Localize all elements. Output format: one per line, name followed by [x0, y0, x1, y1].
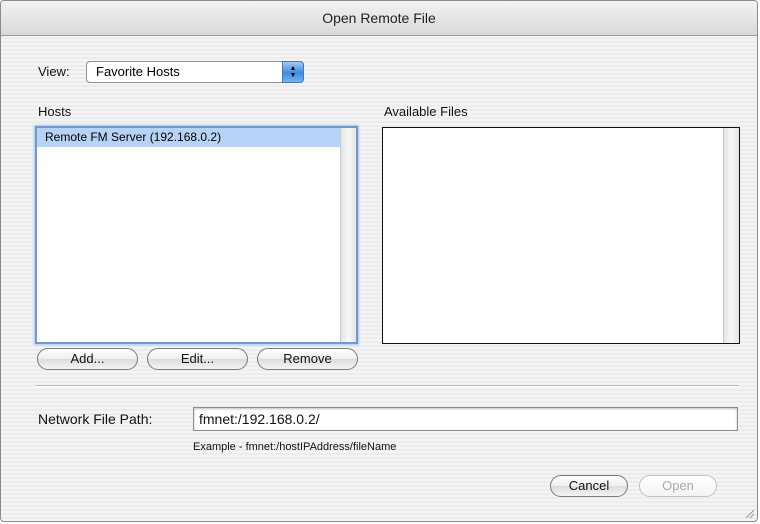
network-file-path-input[interactable]	[193, 407, 738, 431]
available-files-header: Available Files	[384, 104, 468, 119]
cancel-button[interactable]: Cancel	[550, 475, 628, 497]
view-popup-value: Favorite Hosts	[96, 64, 180, 79]
hosts-list[interactable]: Remote FM Server (192.168.0.2)	[35, 126, 358, 344]
files-scrollbar[interactable]	[723, 128, 739, 343]
remove-host-button[interactable]: Remove	[257, 348, 358, 370]
network-file-path-label: Network File Path:	[38, 411, 153, 427]
host-list-item[interactable]: Remote FM Server (192.168.0.2)	[37, 128, 340, 147]
path-example-text: Example - fmnet:/hostIPAddress/fileName	[193, 441, 397, 453]
hosts-header: Hosts	[38, 104, 72, 119]
edit-host-button[interactable]: Edit...	[147, 348, 248, 370]
resize-grip-icon[interactable]	[743, 507, 755, 519]
separator	[36, 385, 739, 387]
available-files-list[interactable]	[382, 127, 740, 344]
window-title: Open Remote File	[1, 1, 757, 36]
popup-arrows-icon: ▲ ▼	[282, 61, 304, 83]
open-remote-file-dialog: Open Remote File View: Favorite Hosts ▲ ▼…	[0, 0, 758, 522]
open-button[interactable]: Open	[639, 475, 717, 497]
view-label: View:	[38, 64, 70, 79]
add-host-button[interactable]: Add...	[37, 348, 138, 370]
hosts-scrollbar[interactable]	[340, 128, 356, 342]
view-popup[interactable]: Favorite Hosts ▲ ▼	[86, 61, 304, 83]
